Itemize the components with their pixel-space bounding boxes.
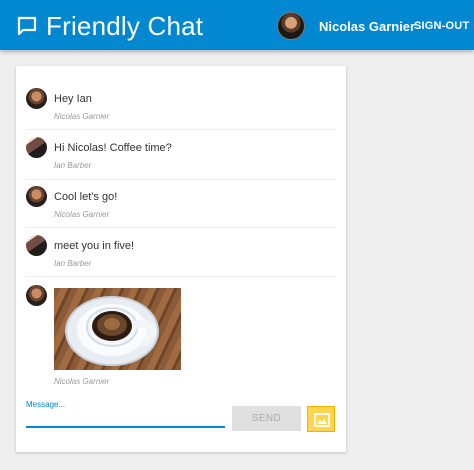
- message-text: Hi Nicolas! Coffee time?: [54, 142, 172, 154]
- message-text: meet you in five!: [54, 240, 135, 252]
- messages-card: Hey Ian Nicolas Garnier Hi Nicolas! Coff…: [16, 66, 346, 452]
- user-avatar: [277, 12, 305, 40]
- message-divider: [26, 276, 336, 277]
- message-divider: [26, 227, 336, 228]
- message-input[interactable]: [26, 410, 225, 428]
- message-author: Ian Barber: [54, 161, 92, 170]
- coffee-cup-image: [54, 288, 181, 370]
- app-title: Friendly Chat: [46, 11, 204, 41]
- message-label: Message...: [26, 400, 66, 409]
- avatar: [26, 88, 47, 109]
- avatar: [26, 186, 47, 207]
- message-divider: [26, 129, 336, 130]
- avatar: [26, 137, 47, 158]
- message-author: Nicolas Garnier: [54, 210, 110, 219]
- message-author: Nicolas Garnier: [54, 377, 110, 386]
- message-divider: [26, 179, 336, 180]
- message-author: Nicolas Garnier: [54, 112, 110, 121]
- image-upload-button[interactable]: [307, 406, 335, 432]
- avatar: [26, 235, 47, 256]
- avatar: [26, 285, 47, 306]
- app-header: Friendly Chat Nicolas Garnier SIGN-OUT: [0, 0, 474, 50]
- send-button[interactable]: SEND: [232, 406, 301, 431]
- message-text: Cool let's go!: [54, 191, 118, 203]
- user-name: Nicolas Garnier: [319, 19, 416, 34]
- message-text: Hey Ian: [54, 93, 92, 105]
- message-author: Ian Barber: [54, 259, 92, 268]
- signout-button[interactable]: SIGN-OUT: [414, 20, 469, 32]
- chat-bubble-icon: [17, 16, 37, 36]
- image-icon: [314, 413, 330, 427]
